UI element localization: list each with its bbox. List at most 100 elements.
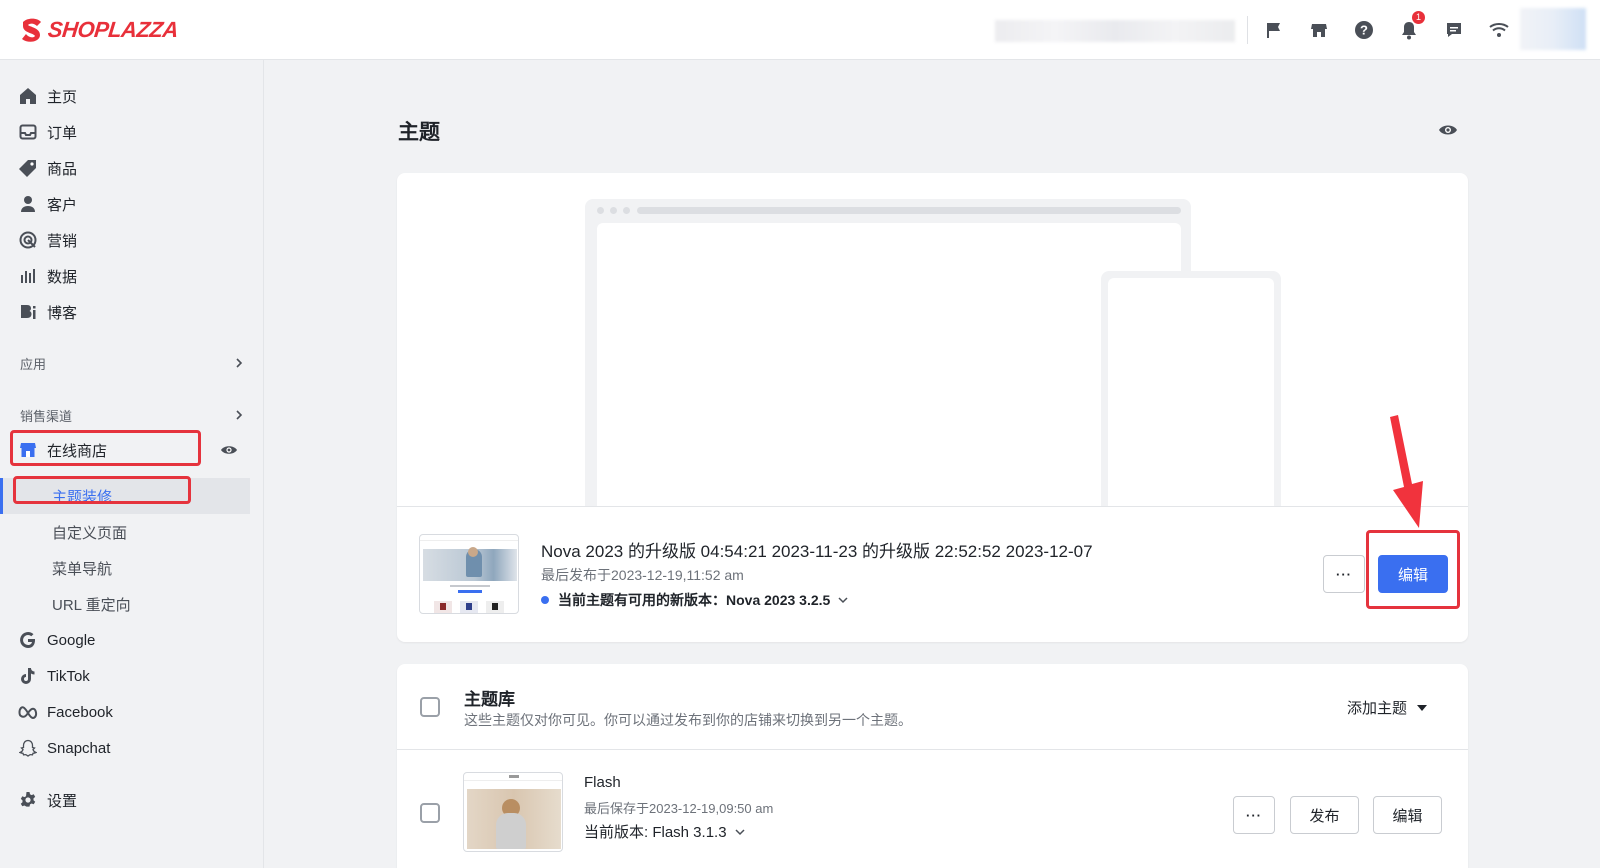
theme-preview-illustration (397, 173, 1468, 507)
flag-icon[interactable] (1262, 18, 1286, 42)
sidebar-item-settings[interactable]: 设置 (18, 786, 250, 814)
highlight-themes-subitem (13, 476, 191, 504)
sidebar-item-label: TikTok (47, 667, 90, 685)
sidebar-item-analytics[interactable]: 数据 (18, 262, 250, 290)
more-icon: ··· (1246, 807, 1262, 823)
sidebar-item-facebook[interactable]: Facebook (18, 698, 250, 726)
update-dot (541, 596, 549, 604)
tiktok-icon (18, 666, 38, 686)
version-text: 当前版本: Flash 3.1.3 (584, 824, 727, 841)
library-description: 这些主题仅对你可见。你可以通过发布到你的店铺来切换到另一个主题。 (464, 712, 912, 728)
bell-icon[interactable]: 1 (1397, 11, 1425, 42)
active-item-indicator (0, 478, 3, 514)
theme-library-card: 主题库 这些主题仅对你可见。你可以通过发布到你的店铺来切换到另一个主题。 添加主… (397, 664, 1468, 868)
sidebar-item-customers[interactable]: 客户 (18, 190, 250, 218)
marketing-icon (18, 230, 38, 250)
subitem-label: 菜单导航 (52, 560, 113, 578)
apps-section[interactable]: 应用 (20, 351, 244, 375)
sidebar-item-blog[interactable]: 博客 (18, 298, 250, 326)
mobile-mockup (1101, 271, 1281, 506)
more-icon: ··· (1336, 566, 1352, 582)
logo-mark-icon (22, 18, 41, 42)
user-icon (18, 194, 38, 214)
current-theme-card: Nova 2023 的升级版 04:54:21 2023-11-23 的升级版 … (397, 173, 1468, 642)
wifi-icon[interactable] (1487, 18, 1511, 42)
subitem-label: 自定义页面 (52, 524, 128, 542)
publish-label: 发布 (1309, 807, 1340, 825)
chevron-right-icon (236, 358, 243, 368)
snapchat-icon (18, 738, 38, 758)
home-icon (18, 86, 38, 106)
flash-theme-saved: 最后保存于2023-12-19,09:50 am (584, 801, 774, 816)
brand-name: SHOPLAZZA (46, 17, 180, 42)
highlight-edit-button (1366, 530, 1460, 609)
sidebar-item-label: 营销 (47, 232, 78, 250)
store-icon[interactable] (1307, 18, 1331, 42)
sidebar-item-orders[interactable]: 订单 (18, 118, 250, 146)
tag-icon (18, 158, 38, 178)
library-title: 主题库 (464, 690, 515, 709)
top-bar: SHOPLAZZA ? 1 (0, 0, 1600, 60)
theme-update-notice[interactable]: 当前主题有可用的新版本：Nova 2023 3.2.5 (541, 590, 850, 610)
apps-section-label: 应用 (20, 356, 47, 372)
flash-theme-more-button[interactable]: ··· (1233, 796, 1275, 834)
sidebar-item-label: 博客 (47, 304, 78, 322)
svg-text:?: ? (1360, 23, 1368, 38)
inbox-icon (18, 122, 38, 142)
online-store-preview-icon[interactable] (220, 443, 238, 462)
sidebar-item-label: 设置 (47, 792, 78, 810)
flash-theme-publish-button[interactable]: 发布 (1290, 796, 1359, 834)
flash-theme-checkbox[interactable] (420, 803, 440, 823)
sidebar-item-label: 数据 (47, 268, 78, 286)
current-theme-name: Nova 2023 的升级版 04:54:21 2023-11-23 的升级版 … (541, 542, 1093, 561)
chevron-down-icon (735, 828, 745, 835)
meta-icon (18, 702, 38, 722)
flash-theme-thumbnail (463, 772, 563, 852)
sales-channels-section[interactable]: 销售渠道 (20, 403, 244, 427)
library-select-all-checkbox[interactable] (420, 697, 440, 717)
sidebar-item-label: Google (47, 631, 96, 649)
preview-store-icon[interactable] (1438, 123, 1458, 142)
sidebar-subitem-custom-pages[interactable]: 自定义页面 (52, 518, 127, 546)
sidebar-item-tiktok[interactable]: TikTok (18, 662, 250, 690)
chevron-down-icon (838, 597, 848, 604)
sales-channels-label: 销售渠道 (20, 408, 73, 424)
sidebar-item-label: 商品 (47, 160, 78, 178)
sidebar-subitem-menu-navigation[interactable]: 菜单导航 (52, 554, 112, 582)
google-icon (18, 630, 38, 650)
sidebar-item-label: 订单 (47, 124, 78, 142)
library-theme-row: Flash 最后保存于2023-12-19,09:50 am 当前版本: Fla… (397, 750, 1468, 868)
sidebar-subitem-url-redirect[interactable]: URL 重定向 (52, 590, 131, 618)
sidebar-item-label: Facebook (47, 703, 113, 721)
sidebar-item-marketing[interactable]: 营销 (18, 226, 250, 254)
topbar-divider (1247, 16, 1248, 44)
update-notice-text: 当前主题有可用的新版本：Nova 2023 3.2.5 (558, 592, 831, 608)
sidebar-item-snapchat[interactable]: Snapchat (18, 734, 250, 762)
caret-down-icon (1417, 704, 1428, 711)
gear-icon (18, 790, 38, 810)
highlight-online-store (10, 430, 201, 466)
current-theme-thumbnail (419, 534, 519, 614)
sidebar-item-google[interactable]: Google (18, 626, 250, 654)
flash-theme-version[interactable]: 当前版本: Flash 3.1.3 (584, 821, 747, 842)
message-icon[interactable] (1442, 18, 1466, 42)
blurred-search-area (995, 20, 1235, 42)
sidebar-item-home[interactable]: 主页 (18, 82, 250, 110)
notification-badge: 1 (1412, 11, 1425, 24)
add-theme-dropdown[interactable]: 添加主题 (1347, 697, 1428, 718)
sidebar-item-products[interactable]: 商品 (18, 154, 250, 182)
add-theme-label: 添加主题 (1347, 700, 1408, 717)
sidebar-item-label: 客户 (47, 196, 78, 214)
red-arrow-annotation (1390, 415, 1423, 528)
sidebar-item-label: 主页 (47, 88, 78, 106)
shoplazza-logo[interactable]: SHOPLAZZA (20, 14, 180, 46)
current-theme-published: 最后发布于2023-12-19,11:52 am (541, 567, 744, 583)
current-theme-more-button[interactable]: ··· (1323, 555, 1365, 593)
subitem-label: URL 重定向 (52, 596, 131, 614)
page-title: 主题 (398, 121, 440, 144)
help-icon[interactable]: ? (1352, 18, 1376, 42)
blog-icon (18, 302, 38, 322)
flash-theme-edit-button[interactable]: 编辑 (1373, 796, 1442, 834)
blurred-account-avatar[interactable] (1520, 8, 1586, 50)
flash-theme-name: Flash (584, 774, 621, 791)
